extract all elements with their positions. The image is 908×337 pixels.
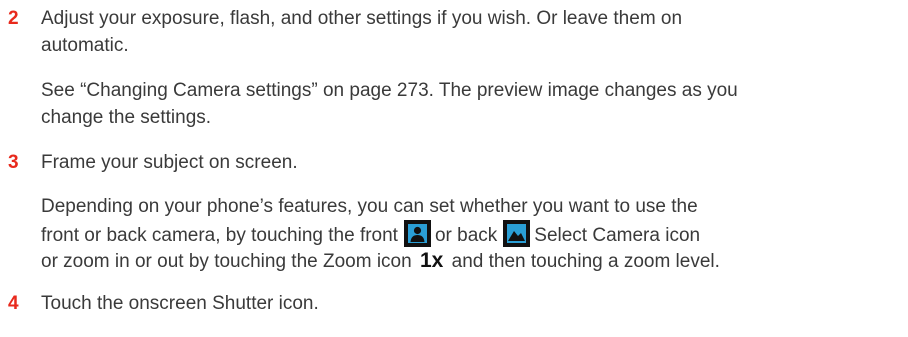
step-2-text-line-1: Adjust your exposure, flash, and other s… [41,8,683,29]
zoom-icon: 1x [419,249,444,272]
step-3-note-line-2-part-c: Select Camera icon [534,225,701,246]
step-3-note-line-2: front or back camera, by touching the fr… [41,220,700,249]
step-3-note-line-1: Depending on your phone’s features, you … [41,196,698,217]
step-2-note-line-2: change the settings. [41,107,212,128]
step-3-note-line-3: or zoom in or out by touching the Zoom i… [41,247,720,275]
front-camera-icon [403,220,431,247]
step-number: 2 [8,8,19,29]
step-3-note-line-3-part-a: or zoom in or out by touching the Zoom i… [41,251,412,272]
step-3-note-line-2-part-a: front or back camera, by touching the fr… [41,225,398,246]
step-4-text-line-1: Touch the onscreen Shutter icon. [41,293,319,314]
step-3-note-line-3-part-b: and then touching a zoom level. [451,251,720,272]
back-camera-icon [503,220,531,247]
manual-page: 2 Adjust your exposure, flash, and other… [0,0,908,337]
step-number: 4 [8,293,19,314]
step-2-note-line-1: See “Changing Camera settings” on page 2… [41,80,738,101]
step-3-text-line-1: Frame your subject on screen. [41,152,298,173]
step-2-text-line-2: automatic. [41,35,129,56]
step-number: 3 [8,152,19,173]
step-3-note-line-2-part-b: or back [434,225,498,246]
